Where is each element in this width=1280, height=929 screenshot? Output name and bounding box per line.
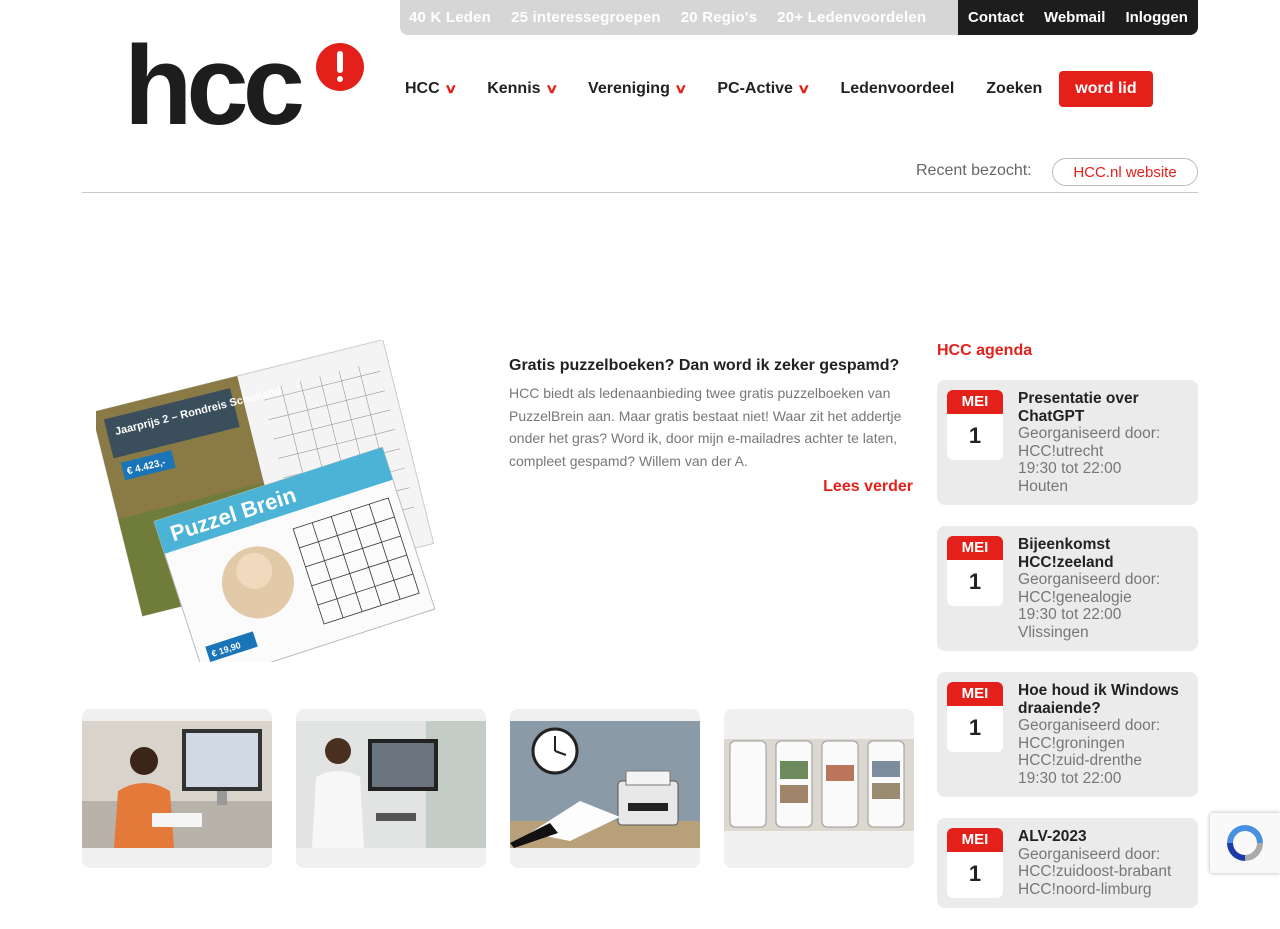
event-title[interactable]: Hoe houd ik Windows draaiende? (1018, 682, 1188, 717)
recent-link-pill[interactable]: HCC.nl website (1052, 158, 1198, 186)
event-month: MEI (947, 390, 1003, 414)
article-card-printer[interactable] (510, 709, 700, 868)
event-month: MEI (947, 828, 1003, 852)
event-day: 1 (968, 423, 982, 448)
chevron-down-icon: ∨ (797, 80, 811, 96)
header-divider (82, 192, 1198, 193)
article-card-woman-computer[interactable] (82, 709, 272, 868)
agenda-event[interactable]: MEI 1 Presentatie over ChatGPT Georganis… (937, 380, 1198, 505)
nav-item-hcc[interactable]: HCC ∨ (405, 79, 458, 98)
event-line: 19:30 tot 22:00 (1018, 606, 1122, 624)
nav-item-pc-active[interactable]: PC-Active ∨ (717, 79, 811, 98)
event-month: MEI (947, 682, 1003, 706)
recaptcha-badge[interactable] (1210, 813, 1280, 873)
event-line: 19:30 tot 22:00 (1018, 460, 1122, 478)
agenda-event[interactable]: MEI 1 Hoe houd ik Windows draaiende? Geo… (937, 672, 1198, 797)
stat-interessegroepen[interactable]: 25 interessegroepen (511, 9, 661, 26)
inloggen-link[interactable]: Inloggen (1125, 9, 1188, 26)
webmail-link[interactable]: Webmail (1044, 9, 1105, 26)
main-nav: HCC ∨ Kennis ∨ Vereniging ∨ PC-Active ∨ … (405, 70, 1153, 107)
event-line: HCC!groningen (1018, 734, 1125, 752)
logo-text: hcc (124, 23, 305, 148)
lees-verder-link[interactable]: Lees verder (760, 478, 913, 496)
recaptcha-icon (1227, 825, 1263, 861)
featured-title[interactable]: Gratis puzzelboeken? Dan word ik zeker g… (509, 357, 913, 375)
article-card-dentist-xray[interactable] (296, 709, 486, 868)
article-cards (82, 709, 914, 868)
event-title[interactable]: ALV-2023 (1018, 828, 1188, 846)
nav-item-label: PC-Active (717, 79, 793, 97)
nav-item-label: Ledenvoordeel (840, 79, 955, 97)
stat-ledenvoordelen[interactable]: 20+ Ledenvoordelen (777, 9, 926, 26)
stat-leden[interactable]: 40 K Leden (409, 9, 491, 26)
event-title[interactable]: Bijeenkomst HCC!zeeland (1018, 536, 1188, 571)
article-card-phone-screens[interactable] (724, 709, 914, 868)
word-lid-button[interactable]: word lid (1059, 70, 1153, 107)
printer-clock-image (510, 721, 700, 848)
event-line: HCC!noord-limburg (1018, 880, 1152, 898)
hcc-logo[interactable]: hcc (124, 30, 368, 142)
nav-item-label: Kennis (487, 79, 541, 97)
event-line: HCC!zuid-drenthe (1018, 752, 1143, 770)
featured-text: HCC biedt als ledenaanbieding twee grati… (509, 385, 902, 469)
event-title[interactable]: Presentatie over ChatGPT (1018, 390, 1188, 425)
nav-item-kennis[interactable]: Kennis ∨ (487, 79, 558, 98)
top-links: Contact Webmail Inloggen (958, 0, 1198, 35)
nav-item-label: Vereniging (588, 79, 670, 97)
agenda-title: HCC agenda (937, 342, 1033, 359)
event-date: MEI 1 (947, 536, 1003, 606)
top-stats: 40 K Leden 25 interessegroepen 20 Regio'… (400, 0, 958, 35)
nav-item-vereniging[interactable]: Vereniging ∨ (588, 79, 688, 98)
chevron-down-icon: ∨ (544, 80, 558, 96)
event-month: MEI (947, 536, 1003, 560)
top-bar: 40 K Leden 25 interessegroepen 20 Regio'… (400, 0, 1198, 35)
event-date: MEI 1 (947, 390, 1003, 460)
recent-label: Recent bezocht: (916, 162, 1032, 179)
stat-regios[interactable]: 20 Regio's (681, 9, 757, 26)
event-line: Houten (1018, 477, 1068, 495)
event-line: Georganiseerd door: (1018, 425, 1161, 442)
phone-screens-image (724, 721, 914, 848)
event-day: 1 (968, 861, 982, 886)
exclamation-icon (316, 43, 364, 91)
event-line: HCC!utrecht (1018, 442, 1104, 460)
event-date: MEI 1 (947, 828, 1003, 898)
event-line: Georganiseerd door: (1018, 717, 1161, 734)
contact-link[interactable]: Contact (968, 9, 1024, 26)
chevron-down-icon: ∨ (673, 80, 688, 96)
chevron-down-icon: ∨ (443, 80, 458, 96)
nav-item-ledenvoordeel[interactable]: Ledenvoordeel (840, 80, 954, 98)
event-line: 19:30 tot 22:00 (1018, 769, 1122, 787)
nav-item-label: HCC (405, 79, 440, 97)
nav-item-zoeken[interactable]: Zoeken (986, 80, 1042, 98)
event-day: 1 (968, 569, 982, 594)
event-line: Georganiseerd door: (1018, 845, 1161, 863)
event-line: Vlissingen (1018, 623, 1089, 641)
dentist-xray-image (296, 721, 486, 848)
agenda-list: MEI 1 Presentatie over ChatGPT Georganis… (937, 380, 1198, 929)
puzzle-magazine-illustration: Jaarprijs 2 – Rondreis Schotland € 4.423… (91, 339, 436, 684)
woman-at-computer-image (82, 721, 272, 848)
event-line: HCC!genealogie (1018, 588, 1132, 606)
event-day: 1 (968, 715, 982, 740)
event-line: Georganiseerd door: (1018, 571, 1161, 588)
featured-image-puzzelbooks[interactable]: Jaarprijs 2 – Rondreis Schotland € 4.423… (91, 339, 460, 684)
event-line: HCC!zuidoost-brabant (1018, 863, 1172, 881)
event-date: MEI 1 (947, 682, 1003, 752)
agenda-event[interactable]: MEI 1 Bijeenkomst HCC!zeeland Georganise… (937, 526, 1198, 651)
agenda-event[interactable]: MEI 1 ALV-2023 Georganiseerd door: HCC!z… (937, 818, 1198, 908)
nav-item-label: Zoeken (986, 79, 1043, 97)
